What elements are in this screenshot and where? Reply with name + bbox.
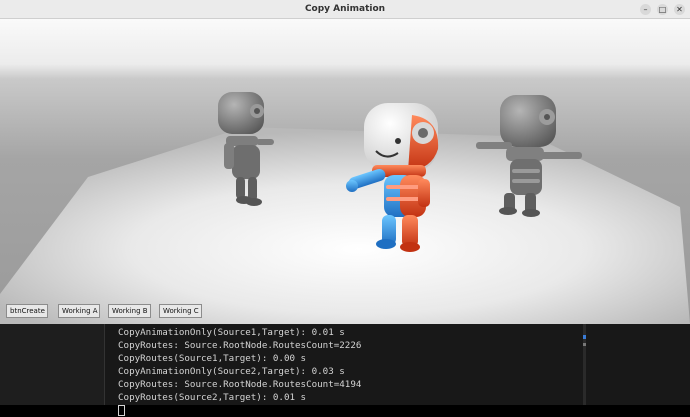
log-line: CopyRoutes(Source1,Target): 0.00 s	[118, 353, 307, 364]
3d-viewport[interactable]: btnCreate Working A Working B Working C	[0, 19, 690, 324]
scroll-marker	[583, 343, 586, 346]
close-button[interactable]: ✕	[674, 4, 685, 15]
btn-create[interactable]: btnCreate	[6, 304, 48, 318]
console-gutter	[0, 324, 105, 405]
log-line: CopyRoutes: Source.RootNode.RoutesCount=…	[118, 340, 362, 351]
floor-plane	[0, 127, 690, 324]
text-cursor	[118, 404, 361, 417]
btn-working-c[interactable]: Working C	[159, 304, 202, 318]
maximize-button[interactable]: □	[657, 4, 668, 15]
log-line: CopyAnimationOnly(Source1,Target): 0.01 …	[118, 327, 345, 338]
scroll-marker	[583, 335, 586, 339]
log-line: CopyAnimationOnly(Source2,Target): 0.03 …	[118, 366, 345, 377]
btn-working-b[interactable]: Working B	[108, 304, 151, 318]
title-bar: Copy Animation – □ ✕	[0, 0, 690, 19]
log-line: CopyRoutes: Source.RootNode.RoutesCount=…	[118, 379, 362, 390]
window-title: Copy Animation	[304, 4, 386, 14]
scene-render	[0, 92, 690, 324]
console-log: CopyAnimationOnly(Source1,Target): 0.01 …	[118, 326, 361, 417]
btn-working-a[interactable]: Working A	[58, 304, 100, 318]
minimize-button[interactable]: –	[640, 4, 651, 15]
output-console[interactable]: CopyAnimationOnly(Source1,Target): 0.01 …	[0, 324, 690, 416]
log-line: CopyRoutes(Source2,Target): 0.01 s	[118, 392, 307, 403]
